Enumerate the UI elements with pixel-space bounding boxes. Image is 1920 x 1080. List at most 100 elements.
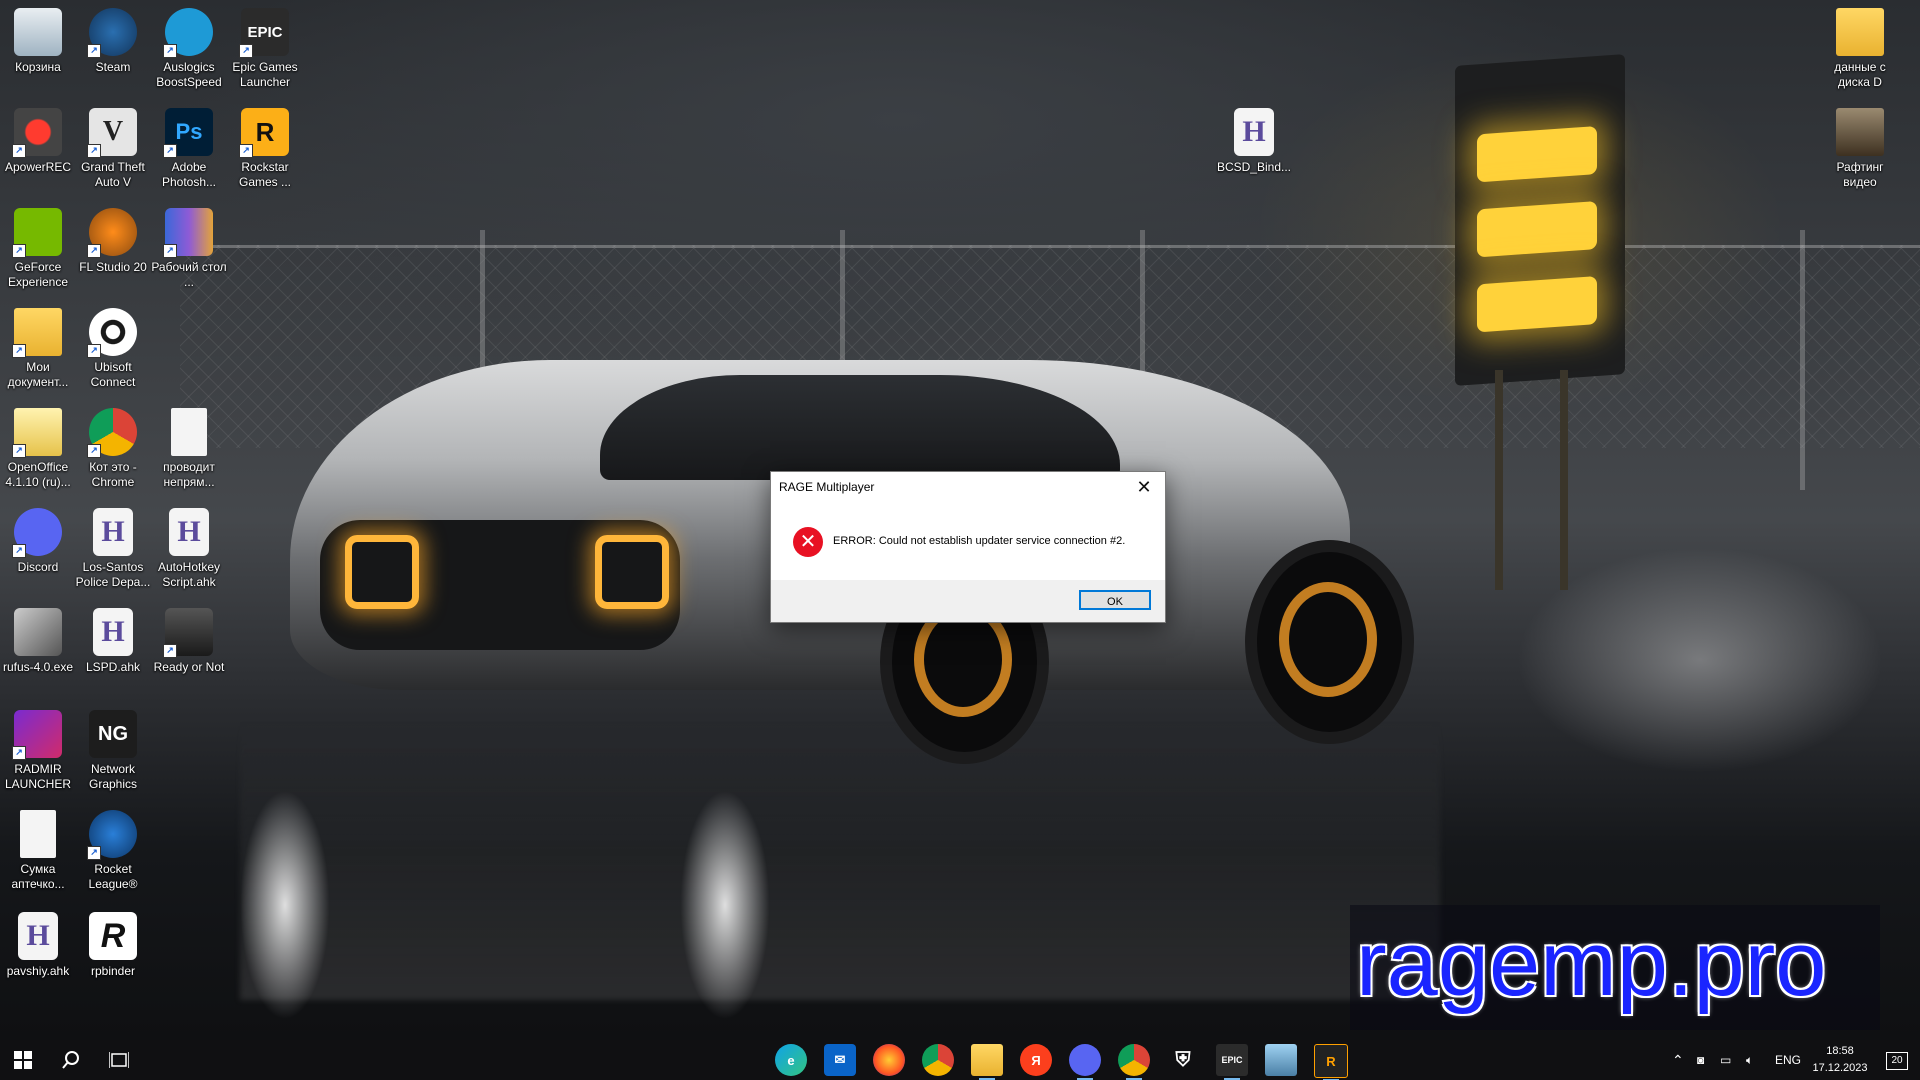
chevron-up-icon[interactable]: ⌃ bbox=[1672, 1040, 1684, 1080]
openoffice-icon: ↗ bbox=[12, 408, 62, 458]
network-icon[interactable]: ▭ bbox=[1720, 1040, 1731, 1080]
desktop-icon-fl-studio[interactable]: ↗ FL Studio 20 bbox=[75, 208, 151, 275]
ragemp-icon[interactable]: R bbox=[1314, 1044, 1348, 1080]
chrome-profile-icon[interactable] bbox=[1118, 1044, 1150, 1080]
rocket-league-icon: ↗ bbox=[87, 810, 137, 860]
desktop-icon-auslogics[interactable]: ↗ Auslogics BoostSpeed bbox=[151, 8, 227, 90]
desktop-icon-lspd-ahk[interactable]: H Los-Santos Police Depa... bbox=[75, 508, 151, 590]
desktop-icon-radmir[interactable]: ↗ RADMIR LAUNCHER bbox=[0, 710, 76, 792]
ok-button[interactable]: OK bbox=[1079, 590, 1151, 610]
file-explorer-icon[interactable] bbox=[971, 1044, 1003, 1080]
error-message: ERROR: Could not establish updater servi… bbox=[833, 535, 1126, 547]
wallpaper-sign-pole bbox=[1560, 370, 1568, 590]
steam-icon: ↗ bbox=[87, 8, 137, 58]
ahk-file-icon: H bbox=[1234, 108, 1274, 156]
radmir-icon: ↗ bbox=[12, 710, 62, 760]
edge-icon[interactable]: e bbox=[775, 1044, 807, 1076]
webcam-icon[interactable]: ◙ bbox=[1697, 1040, 1704, 1080]
security-shield-icon[interactable]: ⛨ bbox=[1167, 1044, 1199, 1076]
photoshop-icon: Ps ↗ bbox=[163, 108, 213, 158]
desktop-icon-ready-or-not[interactable]: ↗ Ready or Not bbox=[151, 608, 227, 675]
desktop-icon-epic-games[interactable]: EPIC ↗ Epic Games Launcher bbox=[227, 8, 303, 90]
desktop-icon-rufus[interactable]: rufus-4.0.exe bbox=[0, 608, 76, 675]
error-dialog: RAGE Multiplayer ✕ ✕ ERROR: Could not es… bbox=[770, 471, 1166, 623]
dialog-title: RAGE Multiplayer bbox=[779, 480, 875, 494]
ready-or-not-icon: ↗ bbox=[163, 608, 213, 658]
wallpaper-road-sign bbox=[1455, 54, 1625, 386]
desktop-icon-ubisoft[interactable]: ↗ Ubisoft Connect bbox=[75, 308, 151, 390]
desktop-icon-photoshop[interactable]: Ps ↗ Adobe Photosh... bbox=[151, 108, 227, 190]
text-file-icon bbox=[20, 810, 56, 858]
desktop-icon-rafting-video[interactable]: Рафтинг видео bbox=[1822, 108, 1898, 190]
wallpaper-light-reflection bbox=[240, 790, 330, 1020]
wallpaper-car-window bbox=[600, 375, 1120, 480]
desktop-icon-drive-d-data[interactable]: данные с диска D bbox=[1822, 8, 1898, 90]
desktop-icon-discord[interactable]: ↗ Discord bbox=[0, 508, 76, 575]
taskbar: e ✉ Я ⛨ EPIC R ⌃ ◙ ▭ 🔈︎ ENG 18:58 17.12.… bbox=[0, 1040, 1920, 1080]
windows-start-icon[interactable] bbox=[0, 1040, 46, 1080]
discord-canary-icon[interactable] bbox=[1069, 1044, 1101, 1080]
notification-count: 20 bbox=[1886, 1051, 1908, 1070]
desktop-icon-rocket-league[interactable]: ↗ Rocket League® bbox=[75, 810, 151, 892]
desktop-icon-network-graphics[interactable]: NG Network Graphics bbox=[75, 710, 151, 792]
rockstar-icon: R ↗ bbox=[239, 108, 289, 158]
recycle-bin-icon bbox=[14, 8, 62, 56]
wallpaper-reflection bbox=[240, 720, 1440, 1000]
chrome-icon[interactable] bbox=[922, 1044, 954, 1076]
task-view-icon[interactable] bbox=[96, 1040, 142, 1080]
folder-icon bbox=[1836, 8, 1884, 56]
desktop-icon-autohotkey-script[interactable]: H AutoHotkey Script.ahk bbox=[151, 508, 227, 590]
wallpaper-headlight bbox=[595, 535, 669, 609]
clock[interactable]: 18:58 17.12.2023 bbox=[1805, 1043, 1875, 1077]
ahk-file-icon: H bbox=[169, 508, 209, 556]
wallpaper-light-reflection bbox=[680, 790, 770, 1020]
ahk-file-icon: H bbox=[93, 508, 133, 556]
rpbinder-icon: R bbox=[89, 912, 137, 960]
desktop-icon-text-file[interactable]: проводит непрям... bbox=[151, 408, 227, 490]
clock-date: 17.12.2023 bbox=[1812, 1062, 1868, 1074]
desktop-icon-geforce[interactable]: ↗ GeForce Experience bbox=[0, 208, 76, 290]
notification-center-icon[interactable]: 20 bbox=[1880, 1040, 1914, 1080]
ahk-file-icon: H bbox=[93, 608, 133, 656]
desktop-folder-icon: ↗ bbox=[163, 208, 213, 258]
desktop-icon-medkit-file[interactable]: Сумка аптечко... bbox=[0, 810, 76, 892]
dialog-footer: OK bbox=[771, 580, 1165, 622]
wallpaper-wheel bbox=[1245, 540, 1414, 744]
desktop-icon-rpbinder[interactable]: R rpbinder bbox=[75, 912, 151, 979]
epic-games-icon[interactable]: EPIC bbox=[1216, 1044, 1248, 1080]
desktop-icon-bcsd-bind[interactable]: H BCSD_Bind... bbox=[1216, 108, 1292, 175]
firefox-icon[interactable] bbox=[873, 1044, 905, 1076]
search-icon[interactable] bbox=[48, 1040, 94, 1080]
desktop-icon-pavshiy[interactable]: H pavshiy.ahk bbox=[0, 912, 76, 979]
clock-time: 18:58 bbox=[1826, 1045, 1854, 1057]
watermark-text: ragemp.pro bbox=[1356, 913, 1827, 1015]
error-icon: ✕ bbox=[793, 527, 823, 557]
desktop-icon-apowerrec[interactable]: ↗ ApowerREC bbox=[0, 108, 76, 175]
text-file-icon bbox=[171, 408, 207, 456]
close-icon[interactable]: ✕ bbox=[1123, 472, 1165, 502]
desktop-icon-recycle-bin[interactable]: Корзина bbox=[0, 8, 76, 75]
apowerrec-icon: ↗ bbox=[12, 108, 62, 158]
epic-games-icon: EPIC ↗ bbox=[239, 8, 289, 58]
fl-studio-icon: ↗ bbox=[87, 208, 137, 258]
desktop-icon-openoffice[interactable]: ↗ OpenOffice 4.1.10 (ru)... bbox=[0, 408, 76, 490]
chrome-icon: ↗ bbox=[87, 408, 137, 458]
desktop-icon-chrome[interactable]: ↗ Кот это - Chrome bbox=[75, 408, 151, 490]
yandex-icon[interactable]: Я bbox=[1020, 1044, 1052, 1076]
mail-icon[interactable]: ✉ bbox=[824, 1044, 856, 1076]
desktop-icon-gta-v[interactable]: V ↗ Grand Theft Auto V bbox=[75, 108, 151, 190]
network-graphics-icon: NG bbox=[89, 710, 137, 758]
desktop-icon-desktop-folder[interactable]: ↗ Рабочий стол ... bbox=[151, 208, 227, 290]
wallpaper-headlight bbox=[345, 535, 419, 609]
volume-icon[interactable]: 🔈︎ bbox=[1746, 1040, 1753, 1080]
desktop-icon-documents[interactable]: ↗ Мои документ... bbox=[0, 308, 76, 390]
desktop-icon-rockstar[interactable]: R ↗ Rockstar Games ... bbox=[227, 108, 303, 190]
auslogics-icon: ↗ bbox=[163, 8, 213, 58]
discord-icon: ↗ bbox=[12, 508, 62, 558]
rufus-icon bbox=[14, 608, 62, 656]
desktop-icon-lspd-script[interactable]: H LSPD.ahk bbox=[75, 608, 151, 675]
desktop-icon-steam[interactable]: ↗ Steam bbox=[75, 8, 151, 75]
computer-icon[interactable] bbox=[1265, 1044, 1297, 1076]
video-folder-icon bbox=[1836, 108, 1884, 156]
language-indicator[interactable]: ENG bbox=[1775, 1040, 1801, 1080]
